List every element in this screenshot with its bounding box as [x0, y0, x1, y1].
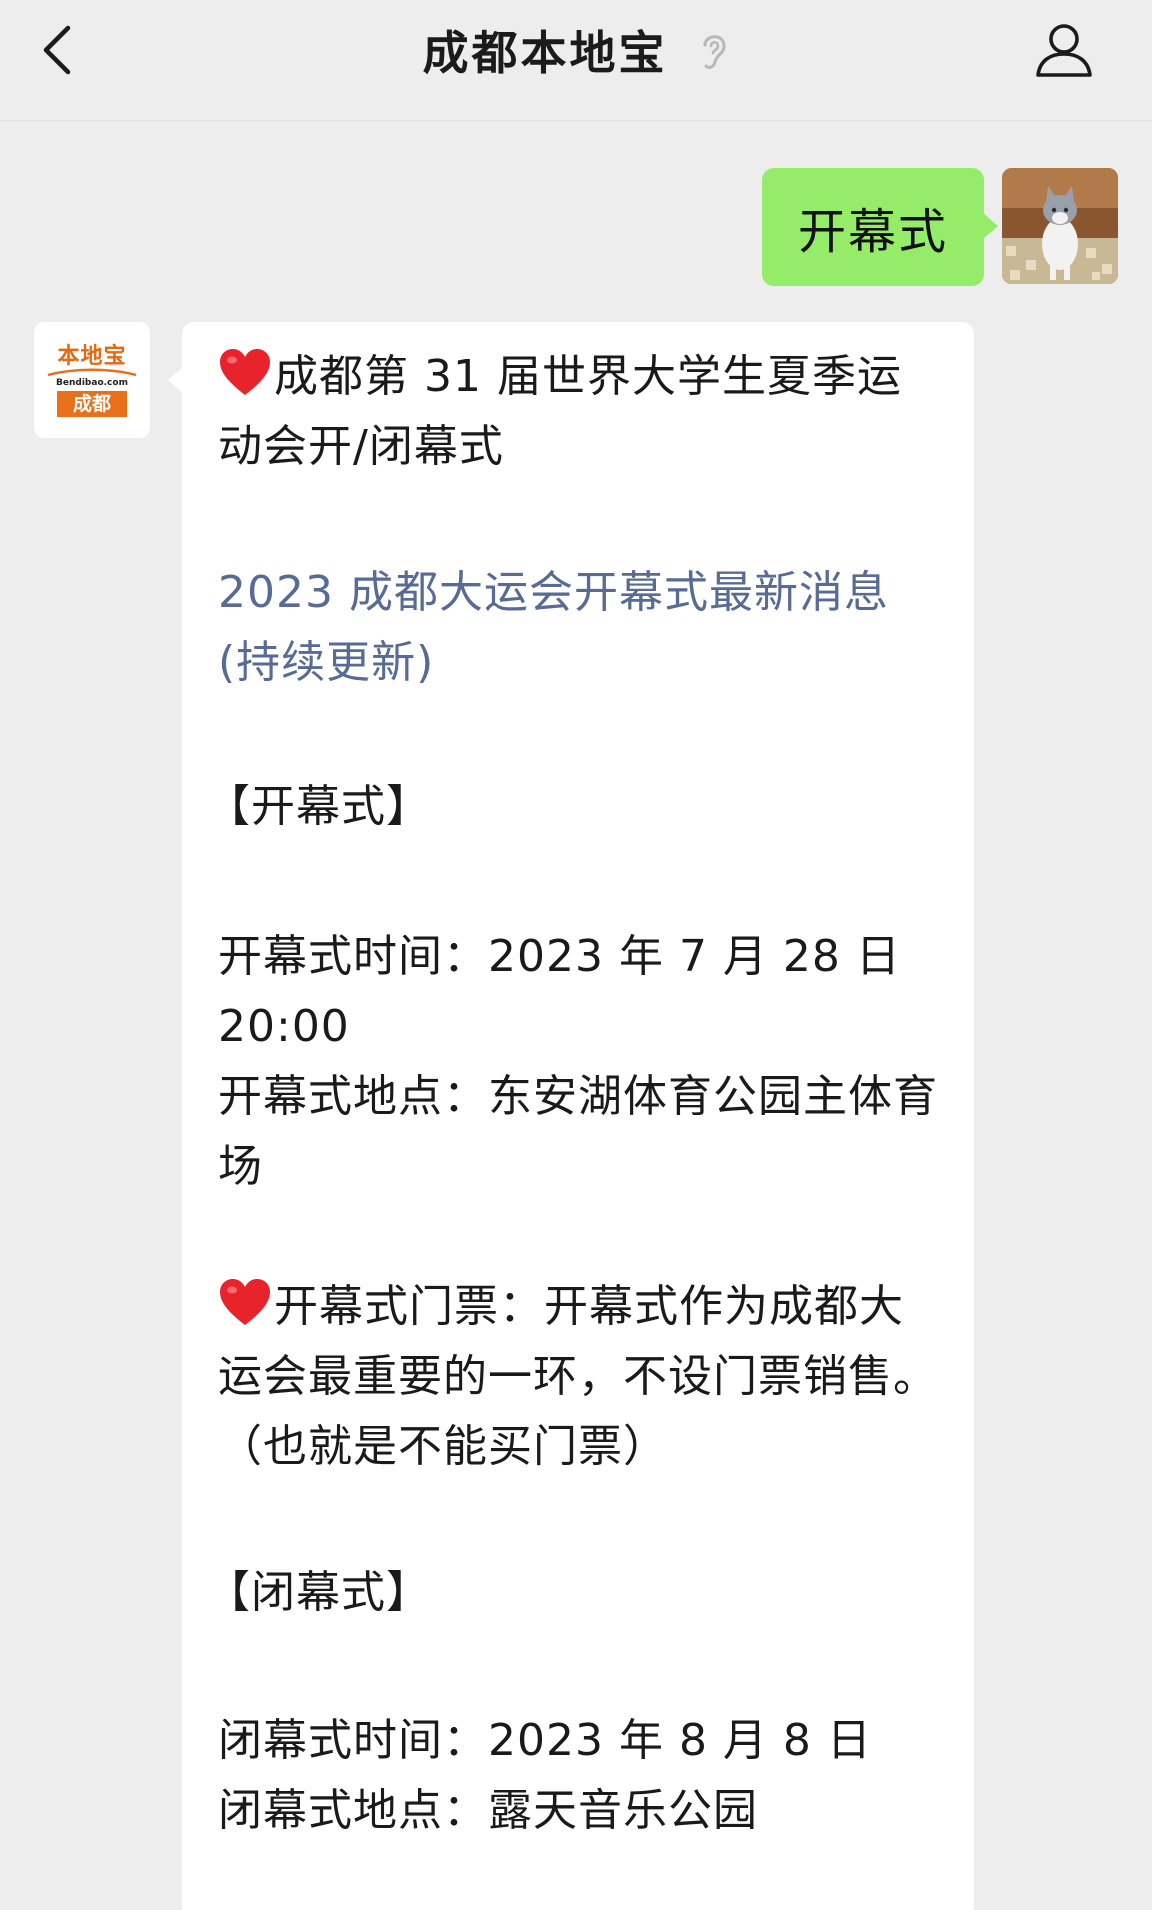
- title-group: 成都本地宝: [0, 18, 1152, 82]
- official-account-avatar[interactable]: 本地宝 Bendibao.com 成都: [34, 322, 150, 438]
- news-link[interactable]: 2023 成都大运会开幕式最新消息(持续更新): [218, 558, 942, 698]
- logo-swoosh-icon: [47, 368, 137, 376]
- bot-logo-url: Bendibao.com: [56, 377, 128, 388]
- bot-logo-text: 本地宝: [57, 342, 127, 369]
- closing-place: 闭幕式地点：露天音乐公园: [218, 1785, 758, 1836]
- cat-photo-avatar: [1002, 168, 1118, 284]
- red-heart-icon: [220, 349, 270, 395]
- red-heart-icon: [220, 1279, 270, 1325]
- outgoing-message-bubble[interactable]: 开幕式: [761, 168, 999, 286]
- outgoing-message-text: 开幕式: [797, 204, 948, 260]
- incoming-message-bubble[interactable]: 成都第 31 届世界大学生夏季运动会开/闭幕式 2023 成都大运会开幕式最新消…: [168, 322, 974, 1910]
- profile-button[interactable]: [1032, 18, 1096, 82]
- ear-icon: [698, 28, 730, 72]
- news-link-text: 2023 成都大运会开幕式最新消息(持续更新): [218, 567, 889, 688]
- section-opening-title: 【开幕式】: [206, 781, 431, 832]
- chat-title: 成都本地宝: [422, 26, 668, 80]
- section-closing-title: 【闭幕式】: [206, 1567, 431, 1618]
- chat-screen: 成都本地宝 开幕式 本地宝 Bendibao.com 成都 成都第 31 届世界…: [0, 0, 1152, 1910]
- bot-logo-city: 成都: [56, 390, 127, 417]
- opening-place: 开幕式地点：东安湖体育公园主体育场: [218, 1071, 938, 1192]
- heading-text: 成都第 31 届世界大学生夏季运动会开/闭幕式: [218, 351, 902, 472]
- closing-time: 闭幕式时间：2023 年 8 月 8 日: [218, 1715, 872, 1766]
- user-avatar[interactable]: [1002, 168, 1118, 284]
- chat-header: 成都本地宝: [0, 0, 1152, 121]
- opening-time: 开幕式时间：2023 年 7 月 28 日 20:00: [218, 931, 901, 1052]
- outgoing-message-row: 开幕式: [761, 168, 1118, 286]
- person-icon: [1036, 24, 1092, 77]
- ticket-info: 开幕式门票：开幕式作为成都大运会最重要的一环，不设门票销售。（也就是不能买门票）: [218, 1272, 942, 1482]
- message-heading: 成都第 31 届世界大学生夏季运动会开/闭幕式: [218, 342, 942, 482]
- ticket-text: 开幕式门票：开幕式作为成都大运会最重要的一环，不设门票销售。（也就是不能买门票）: [218, 1281, 938, 1472]
